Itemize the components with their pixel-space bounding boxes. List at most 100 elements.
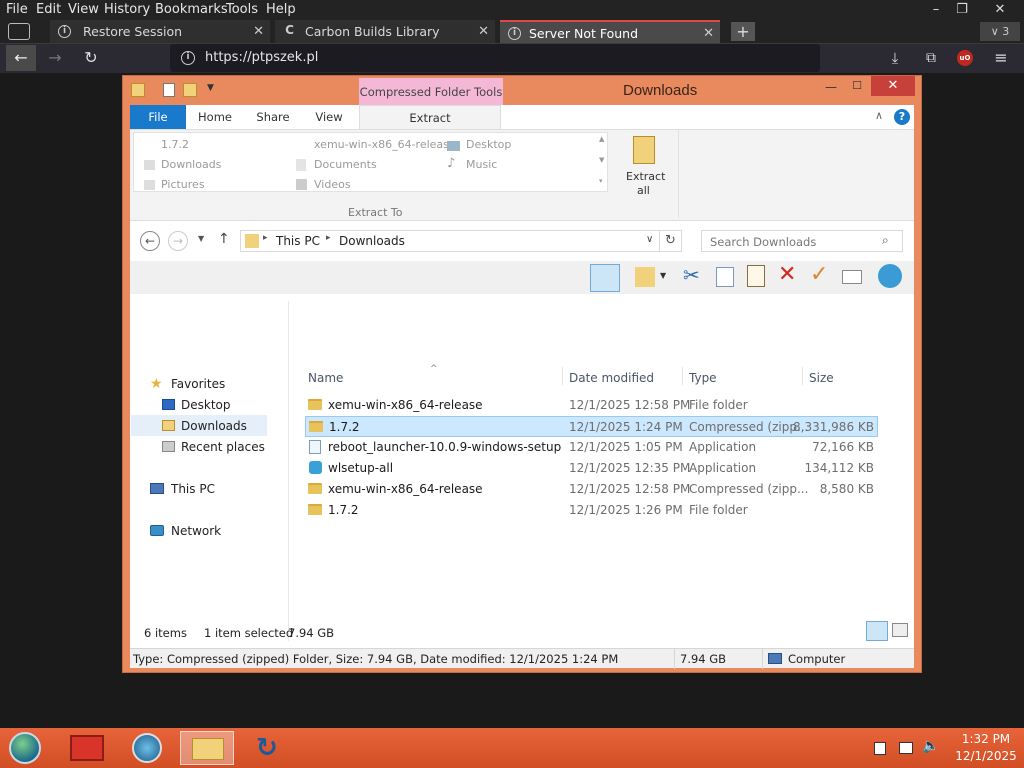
- network-tray-icon[interactable]: [899, 742, 913, 754]
- ribbon-tab-extract[interactable]: Extract: [359, 105, 501, 129]
- nav-favorites[interactable]: Favorites: [171, 377, 225, 391]
- extract-dest-pictures[interactable]: Pictures: [161, 178, 205, 191]
- menu-tools[interactable]: Tools: [226, 2, 258, 17]
- extract-dest-1-7-2[interactable]: 1.7.2: [161, 138, 189, 151]
- chevron-down-icon[interactable]: ∨: [646, 234, 653, 245]
- tab-restore-session[interactable]: i Restore Session ✕: [50, 20, 270, 43]
- new-folder-icon[interactable]: [183, 83, 197, 97]
- extract-dest-videos[interactable]: Videos: [314, 178, 351, 191]
- url-text[interactable]: https://ptpszek.pl: [205, 50, 318, 65]
- taskbar-app-1[interactable]: [60, 731, 114, 765]
- menu-history[interactable]: History: [104, 2, 150, 17]
- hamburger-menu-icon[interactable]: ≡: [990, 45, 1012, 71]
- menu-edit[interactable]: Edit: [36, 2, 61, 17]
- refresh-icon[interactable]: ↻: [660, 230, 682, 252]
- menu-file[interactable]: File: [6, 2, 28, 17]
- paste-icon[interactable]: [747, 265, 765, 287]
- search-box[interactable]: Search Downloads ⌕: [701, 230, 903, 252]
- folder-options-icon[interactable]: [635, 267, 655, 287]
- file-row[interactable]: xemu-win-x86_64-release 12/1/2025 12:58 …: [305, 479, 878, 500]
- ribbon-tab-view[interactable]: View: [306, 105, 352, 129]
- col-divider[interactable]: [682, 367, 683, 385]
- reload-icon[interactable]: ↻: [78, 45, 104, 71]
- close-icon[interactable]: ✕: [871, 76, 915, 96]
- restore-icon[interactable]: ❐: [952, 0, 972, 20]
- col-date-modified[interactable]: Date modified: [569, 371, 654, 385]
- address-bar[interactable]: ▸ This PC ▸ Downloads ∨: [240, 230, 660, 252]
- file-row-selected[interactable]: 1.7.2 12/1/2025 1:24 PM Compressed (zipp…: [305, 416, 878, 437]
- extract-dest-downloads[interactable]: Downloads: [161, 158, 221, 171]
- rename-check-icon[interactable]: ✓: [810, 262, 828, 287]
- copy-icon[interactable]: [716, 267, 734, 287]
- tab-overview-icon[interactable]: [8, 23, 30, 40]
- maximize-icon[interactable]: ☐: [849, 79, 865, 92]
- close-icon[interactable]: ✕: [988, 0, 1012, 20]
- col-type[interactable]: Type: [689, 371, 717, 385]
- file-row[interactable]: xemu-win-x86_64-release 12/1/2025 12:58 …: [305, 395, 878, 416]
- nav-desktop[interactable]: Desktop: [181, 398, 231, 412]
- gallery-down-icon[interactable]: ▼: [599, 156, 604, 164]
- col-name[interactable]: Name: [308, 371, 343, 385]
- back-arrow-icon[interactable]: ←: [6, 45, 36, 71]
- extract-dest-desktop[interactable]: Desktop: [466, 138, 511, 151]
- action-center-flag-icon[interactable]: [874, 742, 886, 755]
- tab-server-not-found[interactable]: i Server Not Found ✕: [500, 20, 720, 43]
- menu-view[interactable]: View: [68, 2, 99, 17]
- details-view-icon[interactable]: [866, 621, 888, 641]
- properties-icon[interactable]: [842, 270, 862, 284]
- tab-close-icon[interactable]: ✕: [478, 20, 489, 43]
- col-divider[interactable]: [802, 367, 803, 385]
- extract-dest-documents[interactable]: Documents: [314, 158, 377, 171]
- recent-locations-icon[interactable]: ▼: [198, 234, 204, 243]
- extract-all-button[interactable]: Extract all: [620, 132, 670, 218]
- col-divider[interactable]: [562, 367, 563, 385]
- taskbar-app-explorer[interactable]: [180, 731, 234, 765]
- globe-icon[interactable]: [878, 264, 902, 288]
- gallery-up-icon[interactable]: ▲: [599, 135, 604, 143]
- file-row[interactable]: wlsetup-all 12/1/2025 12:35 PM Applicati…: [305, 458, 878, 479]
- download-icon[interactable]: ⤓: [884, 45, 906, 71]
- quick-access-dropdown-icon[interactable]: ▼: [207, 83, 214, 93]
- info-icon[interactable]: i: [181, 51, 195, 65]
- extract-dest-xemu[interactable]: xemu-win-x86_64-release: [314, 138, 456, 151]
- chevron-down-icon[interactable]: ▼: [660, 271, 666, 280]
- collapse-ribbon-icon[interactable]: ∧: [875, 109, 883, 122]
- tab-close-icon[interactable]: ✕: [703, 22, 714, 45]
- file-row[interactable]: reboot_launcher-10.0.9-windows-setup 12/…: [305, 437, 878, 458]
- search-icon[interactable]: ⌕: [882, 233, 889, 248]
- ublock-icon[interactable]: uO: [957, 50, 973, 66]
- breadcrumb-downloads[interactable]: Downloads: [339, 234, 405, 248]
- ribbon-tab-home[interactable]: Home: [190, 105, 240, 129]
- file-row[interactable]: 1.7.2 12/1/2025 1:26 PM File folder: [305, 500, 878, 521]
- ribbon-tab-share[interactable]: Share: [248, 105, 298, 129]
- tab-carbon-builds[interactable]: C Carbon Builds Library ✕: [275, 20, 495, 43]
- minimize-icon[interactable]: –: [926, 0, 946, 20]
- forward-arrow-icon[interactable]: →: [42, 45, 68, 71]
- properties-icon[interactable]: [163, 83, 175, 97]
- taskbar-app-browser[interactable]: [120, 731, 174, 765]
- url-bar[interactable]: i https://ptpszek.pl: [170, 44, 820, 72]
- clock-time[interactable]: 1:32 PM: [954, 732, 1018, 746]
- clock-date[interactable]: 12/1/2025: [954, 749, 1018, 763]
- cut-icon[interactable]: ✂: [683, 263, 700, 287]
- tab-list-button[interactable]: ∨ 3: [980, 22, 1020, 41]
- gallery-expand-icon[interactable]: ▾: [599, 177, 603, 185]
- tab-close-icon[interactable]: ✕: [253, 20, 264, 43]
- nav-recent-places[interactable]: Recent places: [181, 440, 265, 454]
- col-size[interactable]: Size: [809, 371, 834, 385]
- forward-arrow-icon[interactable]: →: [168, 231, 188, 251]
- menu-bookmarks[interactable]: Bookmarks: [155, 2, 228, 17]
- up-arrow-icon[interactable]: ↑: [218, 231, 230, 247]
- nav-downloads[interactable]: Downloads: [181, 419, 247, 433]
- breadcrumb-this-pc[interactable]: This PC: [276, 234, 320, 248]
- search-input[interactable]: Search Downloads: [710, 235, 816, 249]
- ribbon-tab-file[interactable]: File: [130, 105, 186, 129]
- extract-dest-music[interactable]: Music: [466, 158, 497, 171]
- menu-help[interactable]: Help: [266, 2, 296, 17]
- extensions-icon[interactable]: ⧉: [920, 45, 942, 71]
- start-button[interactable]: [0, 731, 50, 765]
- volume-muted-icon[interactable]: 🔈: [922, 738, 939, 754]
- new-tab-button[interactable]: +: [731, 22, 755, 41]
- help-icon[interactable]: ?: [894, 109, 910, 125]
- minimize-icon[interactable]: —: [823, 80, 839, 94]
